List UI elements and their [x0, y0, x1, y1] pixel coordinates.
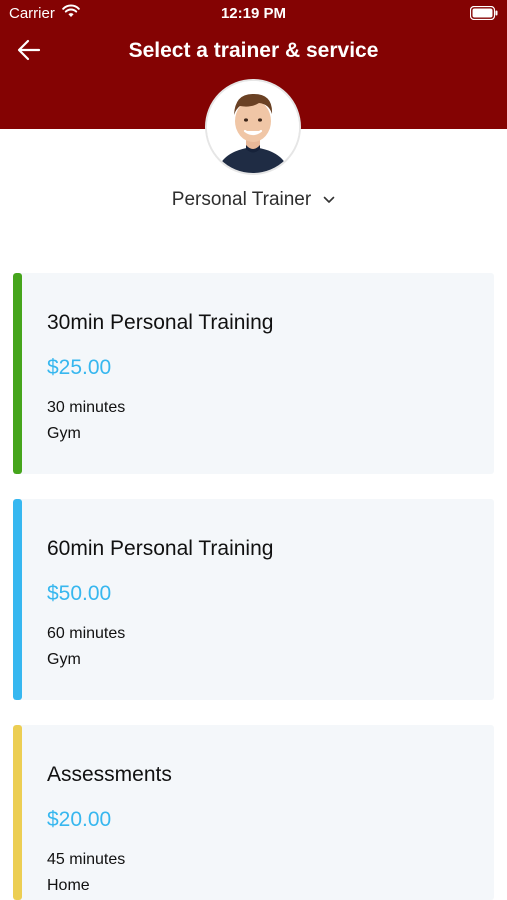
- service-accent-bar: [13, 725, 22, 900]
- status-time: 12:19 PM: [220, 5, 287, 22]
- service-price: $20.00: [47, 808, 112, 831]
- service-card-60min[interactable]: 60min Personal Training $50.00 60 minute…: [13, 499, 494, 700]
- service-title: 30min Personal Training: [47, 311, 274, 334]
- service-accent-bar: [13, 273, 22, 474]
- service-card-assessments[interactable]: Assessments $20.00 45 minutes Home: [13, 725, 494, 900]
- service-accent-bar: [13, 499, 22, 700]
- service-location: Gym: [47, 651, 81, 668]
- status-bar: Carrier 12:19 PM: [0, 0, 507, 28]
- page-title: Select a trainer & service: [128, 39, 379, 62]
- service-location: Gym: [47, 425, 81, 442]
- service-duration: 60 minutes: [47, 625, 126, 642]
- trainer-avatar: [205, 79, 301, 175]
- service-price: $50.00: [47, 582, 112, 605]
- chevron-down-icon: [323, 191, 335, 209]
- service-price: $25.00: [47, 356, 112, 379]
- trainer-dropdown[interactable]: Personal Trainer: [0, 189, 507, 211]
- service-title: 60min Personal Training: [47, 537, 274, 560]
- service-duration: 45 minutes: [47, 851, 126, 868]
- service-duration: 30 minutes: [47, 399, 126, 416]
- service-location: Home: [47, 877, 90, 894]
- service-title: Assessments: [47, 763, 172, 786]
- service-card-30min[interactable]: 30min Personal Training $25.00 30 minute…: [13, 273, 494, 474]
- trainer-name: Personal Trainer: [171, 189, 312, 210]
- battery-icon: [469, 5, 498, 25]
